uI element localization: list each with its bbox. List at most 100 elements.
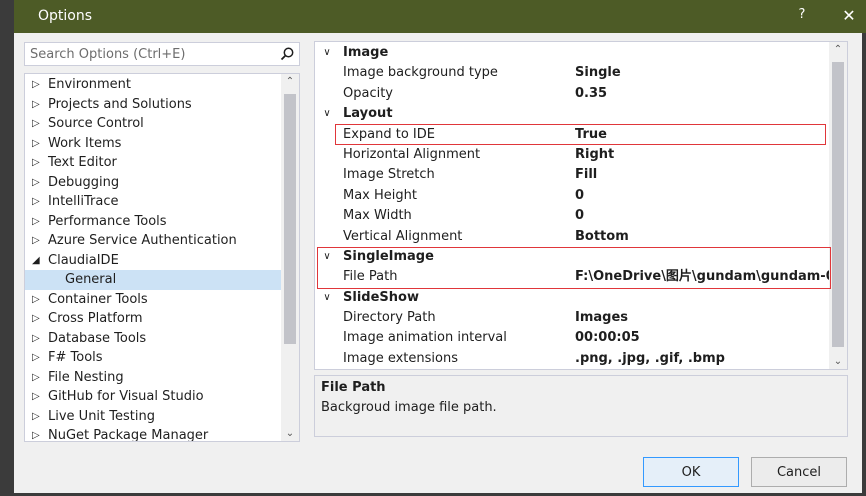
collapsed-arrow-icon[interactable]: ▷	[32, 329, 48, 349]
tree-item[interactable]: ▷ Azure Service Authentication	[25, 231, 281, 251]
property-name: File Path	[343, 269, 398, 285]
tree-item[interactable]: ▷ Work Items	[25, 134, 281, 154]
tree-list: ▷ Environment ▷ Projects and Solutions ▷ Sour…	[25, 75, 281, 442]
property-row[interactable]: Image Stretch Fill	[315, 165, 829, 185]
tree-item-label: NuGet Package Manager	[48, 428, 209, 442]
collapsed-arrow-icon[interactable]: ▷	[32, 95, 48, 115]
property-row[interactable]: File Path F:\OneDrive\图片\gundam\gundam-0	[315, 267, 829, 287]
property-value[interactable]: Bottom	[575, 227, 829, 247]
property-name: Image Stretch	[343, 167, 435, 183]
tree-item[interactable]: ▷ GitHub for Visual Studio	[25, 387, 281, 407]
tree-item[interactable]: ▷ Container Tools	[25, 290, 281, 310]
tree-item[interactable]: ▷ Performance Tools	[25, 212, 281, 232]
property-value[interactable]: Images	[575, 308, 829, 328]
description-pane: File Path Backgroud image file path.	[314, 375, 848, 437]
scroll-up-icon[interactable]: ⌃	[829, 44, 847, 55]
property-value[interactable]: .png, .jpg, .gif, .bmp	[575, 349, 829, 369]
category-row[interactable]: ∨ Image	[315, 43, 829, 63]
collapsed-arrow-icon[interactable]: ▷	[32, 407, 48, 427]
scroll-thumb[interactable]	[832, 62, 844, 347]
tree-item[interactable]: ▷ Source Control	[25, 114, 281, 134]
property-value[interactable]: Fill	[575, 165, 829, 185]
scroll-down-icon[interactable]: ⌄	[829, 356, 847, 367]
collapsed-arrow-icon[interactable]: ▷	[32, 173, 48, 193]
tree-item-label: Azure Service Authentication	[48, 233, 237, 248]
scroll-up-icon[interactable]: ⌃	[281, 76, 299, 87]
property-value[interactable]: 00:00:05	[575, 328, 829, 348]
chevron-down-icon[interactable]: ∨	[320, 104, 334, 124]
property-name: Directory Path	[343, 310, 436, 326]
tree-item[interactable]: ▷ Text Editor	[25, 153, 281, 173]
category-row[interactable]: ∨ Layout	[315, 104, 829, 124]
close-button[interactable]: ✕	[840, 6, 858, 25]
tree-item[interactable]: ▷ IntelliTrace	[25, 192, 281, 212]
tree-item-label: F# Tools	[48, 350, 103, 365]
collapsed-arrow-icon[interactable]: ▷	[32, 153, 48, 173]
property-value[interactable]: 0	[575, 186, 829, 206]
tree-scrollbar[interactable]: ⌃ ⌄	[281, 74, 299, 441]
property-row[interactable]: Max Width 0	[315, 206, 829, 226]
description-text: Backgroud image file path.	[321, 400, 497, 415]
property-name: Image animation interval	[343, 330, 507, 346]
tree-item[interactable]: ▷ Database Tools	[25, 329, 281, 349]
collapsed-arrow-icon[interactable]: ▷	[32, 309, 48, 329]
property-value[interactable]: Right	[575, 145, 829, 165]
tree-item-label: Performance Tools	[48, 213, 167, 229]
property-row[interactable]: Max Height 0	[315, 186, 829, 206]
title-bar: Options ? ✕	[14, 0, 866, 33]
collapsed-arrow-icon[interactable]: ▷	[32, 387, 48, 407]
property-row[interactable]: Directory Path Images	[315, 308, 829, 328]
tree-item[interactable]: ▷ Cross Platform	[25, 309, 281, 329]
grid-scrollbar[interactable]: ⌃ ⌄	[829, 42, 847, 369]
tree-item-label: IntelliTrace	[48, 194, 119, 209]
search-input[interactable]	[30, 46, 270, 62]
cancel-button[interactable]: Cancel	[751, 457, 847, 487]
category-row[interactable]: ∨ SlideShow	[315, 288, 829, 308]
property-row[interactable]: Image extensions .png, .jpg, .gif, .bmp	[315, 349, 829, 369]
property-value[interactable]: 0.35	[575, 84, 829, 104]
scroll-down-icon[interactable]: ⌄	[281, 428, 299, 439]
tree-item[interactable]: ▷ Environment	[25, 75, 281, 95]
property-row[interactable]: Expand to IDE True	[315, 125, 829, 145]
tree-item[interactable]: ▷ NuGet Package Manager	[25, 426, 281, 442]
collapsed-arrow-icon[interactable]: ▷	[32, 290, 48, 310]
property-row[interactable]: Opacity 0.35	[315, 84, 829, 104]
collapsed-arrow-icon[interactable]: ▷	[32, 368, 48, 388]
collapsed-arrow-icon[interactable]: ▷	[32, 134, 48, 154]
scroll-thumb[interactable]	[284, 94, 296, 344]
property-row[interactable]: Image background type Single	[315, 63, 829, 83]
chevron-down-icon[interactable]: ∨	[320, 43, 334, 63]
tree-item[interactable]: ◢ ClaudiaIDE	[25, 251, 281, 271]
chevron-down-icon[interactable]: ∨	[320, 247, 334, 267]
property-row[interactable]: Horizontal Alignment Right	[315, 145, 829, 165]
tree-item[interactable]: ▷ F# Tools	[25, 348, 281, 368]
tree-item[interactable]: ▷ Projects and Solutions	[25, 95, 281, 115]
property-grid: ∨ Image Image background type Single Opacity…	[314, 41, 848, 370]
collapsed-arrow-icon[interactable]: ▷	[32, 231, 48, 251]
category-row[interactable]: ∨ SingleImage	[315, 247, 829, 267]
tree-item[interactable]: ▷ File Nesting	[25, 368, 281, 388]
property-value[interactable]: F:\OneDrive\图片\gundam\gundam-0	[575, 267, 829, 287]
collapsed-arrow-icon[interactable]: ▷	[32, 192, 48, 212]
tree-item-label: Environment	[48, 77, 132, 92]
property-row[interactable]: Image animation interval 00:00:05	[315, 328, 829, 348]
tree-item[interactable]: General	[25, 270, 281, 290]
property-value[interactable]: True	[575, 125, 829, 145]
search-icon[interactable]	[279, 46, 295, 62]
ok-button[interactable]: OK	[643, 457, 739, 487]
collapsed-arrow-icon[interactable]: ▷	[32, 75, 48, 95]
category-label: SlideShow	[343, 289, 419, 305]
tree-item[interactable]: ▷ Debugging	[25, 173, 281, 193]
expanded-arrow-icon[interactable]: ◢	[32, 251, 48, 271]
property-value[interactable]: 0	[575, 206, 829, 226]
collapsed-arrow-icon[interactable]: ▷	[32, 114, 48, 134]
property-value[interactable]: Single	[575, 63, 829, 83]
help-button[interactable]: ?	[794, 7, 810, 22]
tree-item-label: Source Control	[48, 116, 144, 131]
collapsed-arrow-icon[interactable]: ▷	[32, 426, 48, 441]
property-row[interactable]: Vertical Alignment Bottom	[315, 227, 829, 247]
tree-item[interactable]: ▷ Live Unit Testing	[25, 407, 281, 427]
chevron-down-icon[interactable]: ∨	[320, 288, 334, 308]
collapsed-arrow-icon[interactable]: ▷	[32, 212, 48, 232]
collapsed-arrow-icon[interactable]: ▷	[32, 348, 48, 368]
